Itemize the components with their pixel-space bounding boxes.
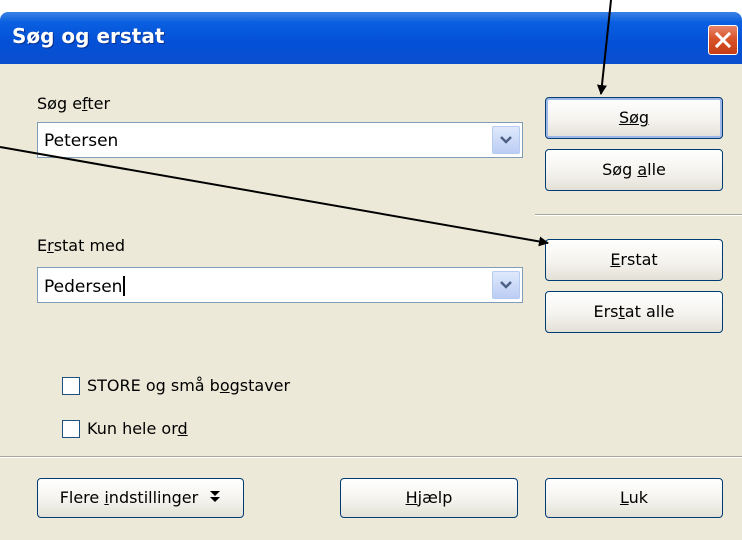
arrow-to-replace-button <box>0 146 549 247</box>
arrow-to-find-button <box>596 0 612 95</box>
annotation-arrows <box>0 0 612 247</box>
